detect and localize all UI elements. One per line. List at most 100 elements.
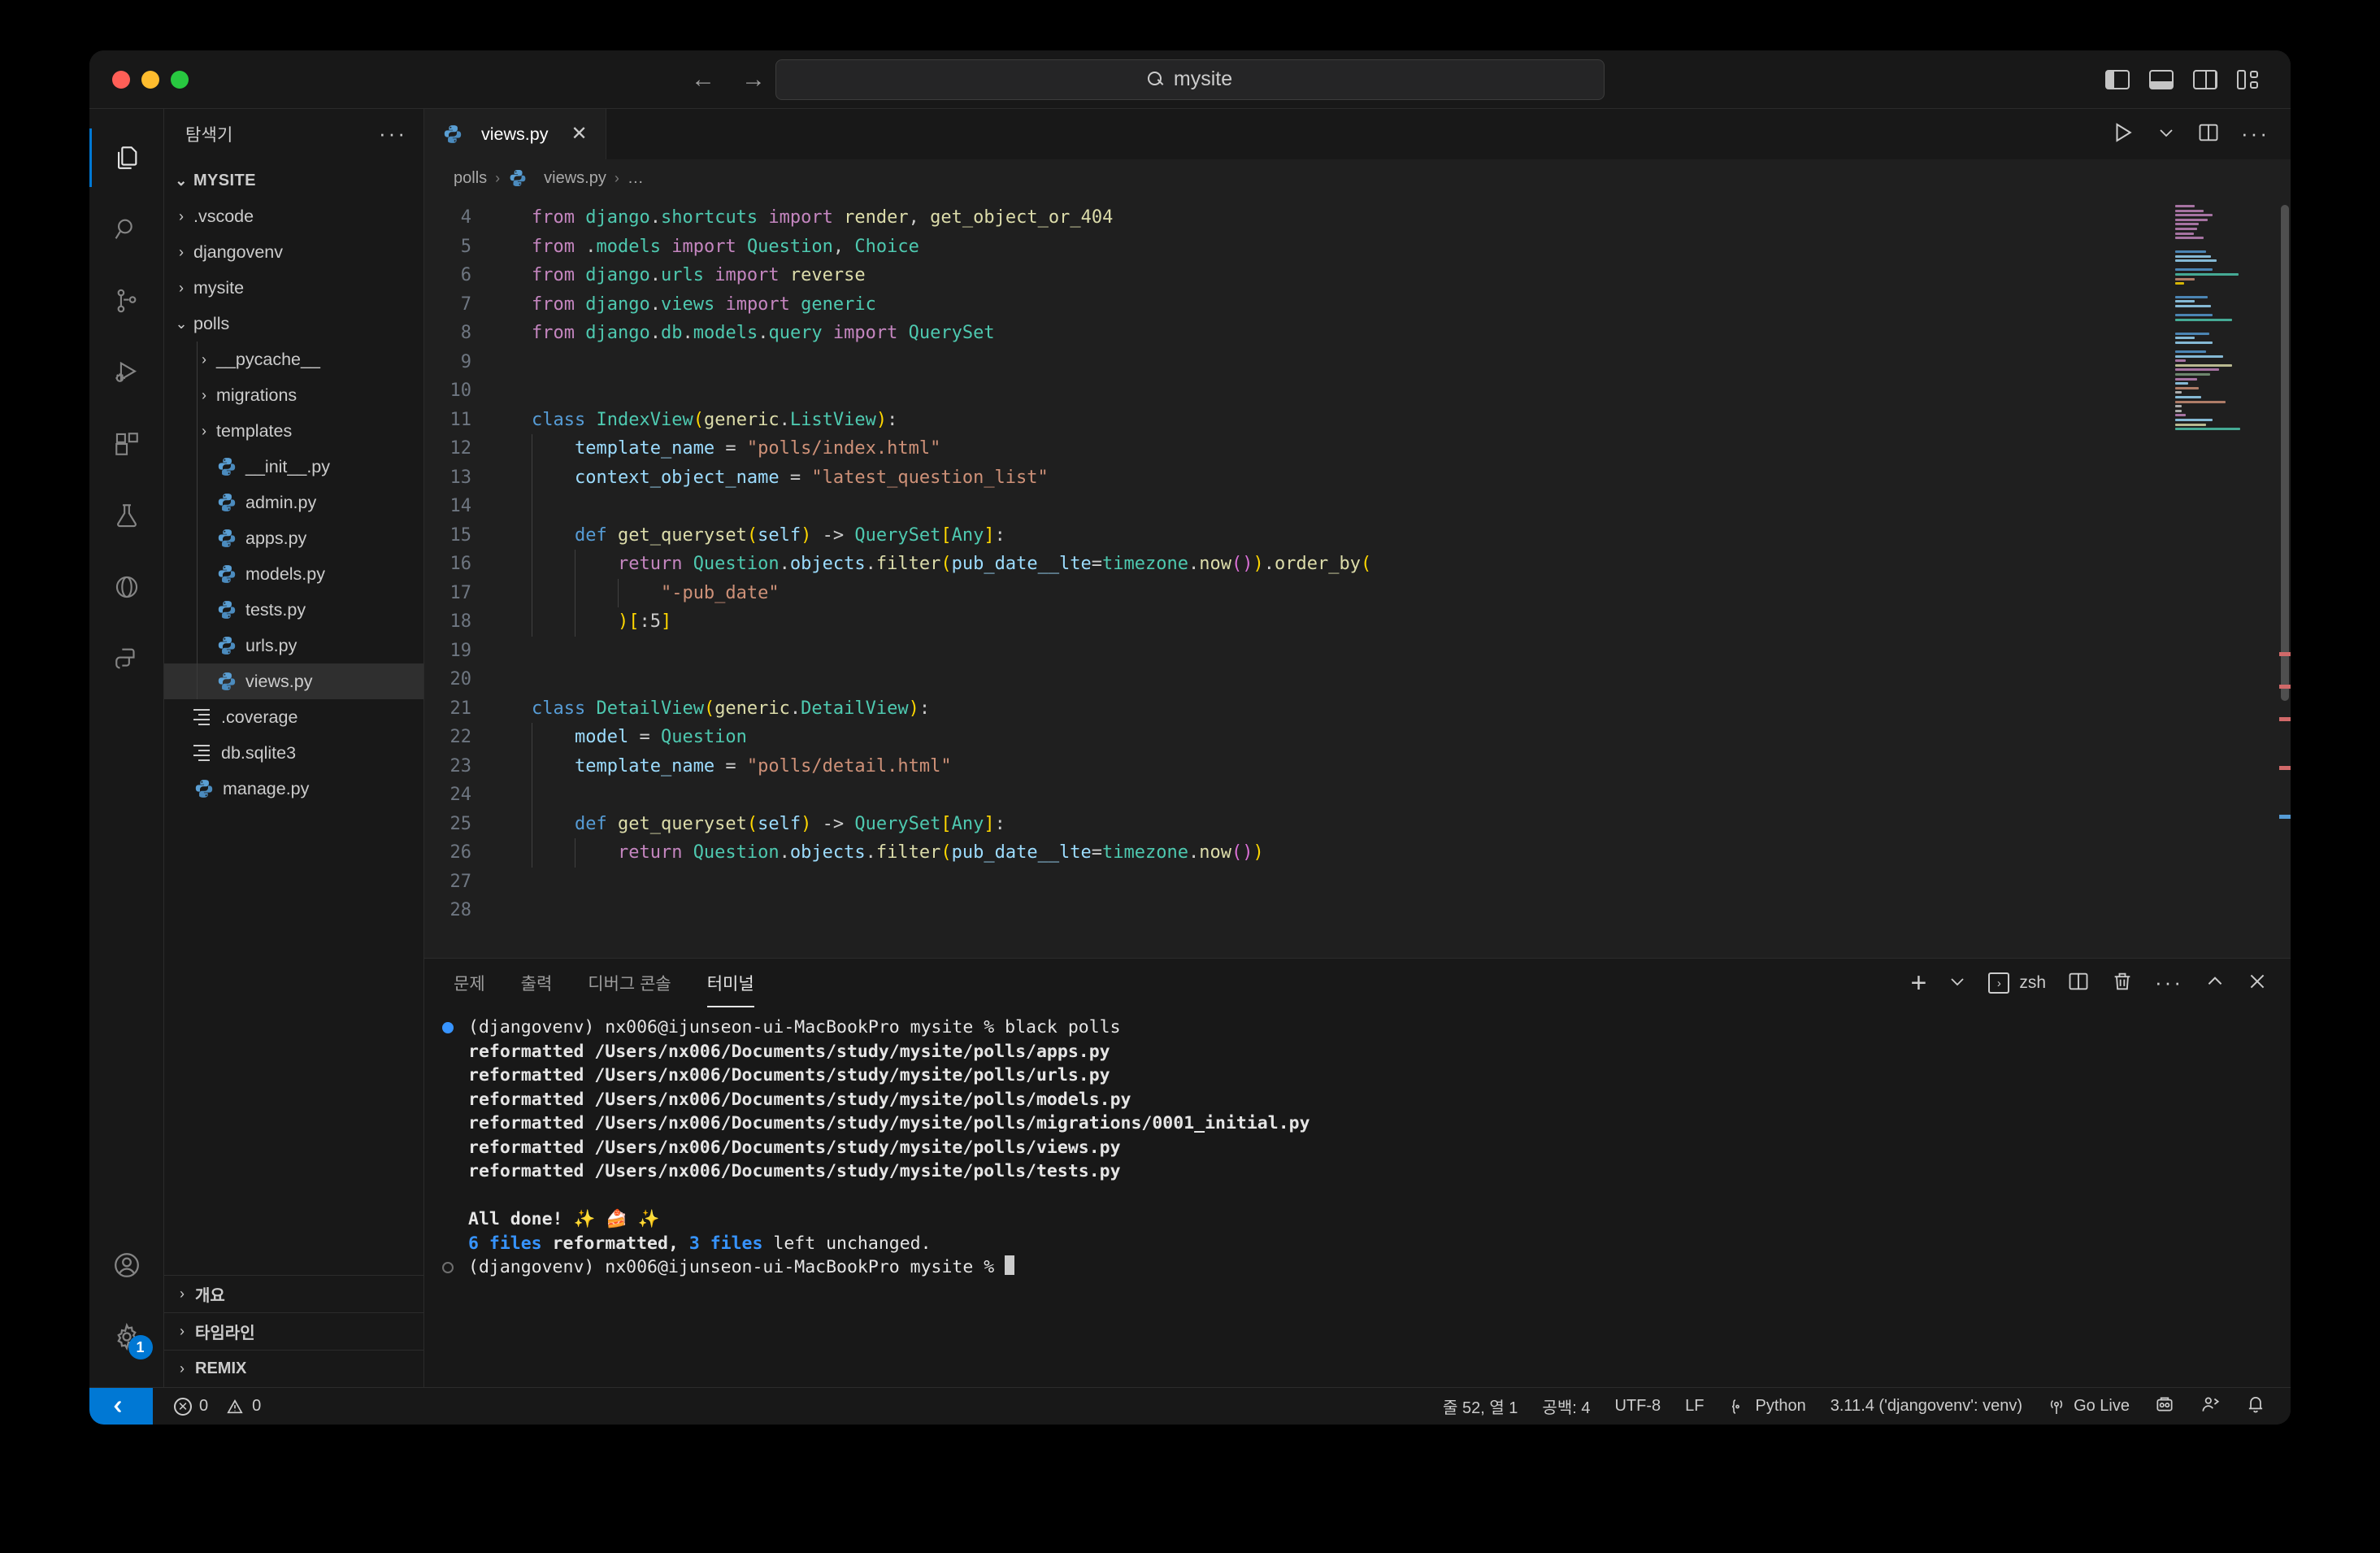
status-python-interpreter[interactable]: 3.11.4 ('djangovenv': venv) <box>1831 1397 2022 1416</box>
section-remix[interactable]: › REMIX <box>164 1350 423 1387</box>
manage-settings-button[interactable]: 1 <box>89 1301 164 1372</box>
tree-item-views-py[interactable]: views.py <box>164 663 423 699</box>
tree-item-manage-py[interactable]: manage.py <box>164 771 423 807</box>
tab-terminal[interactable]: 터미널 <box>707 959 754 1007</box>
close-window-button[interactable] <box>112 71 130 89</box>
minimap-line <box>2175 237 2204 239</box>
code-token: def <box>575 814 618 834</box>
code-line: 26 return Question.objects.filter(pub_da… <box>424 838 2169 868</box>
breadcrumb-item-views-py[interactable]: views.py <box>544 169 606 188</box>
tree-item-vscode[interactable]: ›.vscode <box>164 198 423 234</box>
code-token: class <box>532 698 596 719</box>
toggle-secondary-sidebar-icon[interactable] <box>2193 70 2217 89</box>
tree-item-djangovenv[interactable]: ›djangovenv <box>164 234 423 270</box>
run-options-chevron-down-icon[interactable] <box>2156 123 2176 146</box>
command-decoration-icon[interactable] <box>442 1262 454 1273</box>
tree-root-mysite[interactable]: ⌄ MYSITE <box>164 163 423 198</box>
sidebar-item-docker[interactable] <box>89 551 164 623</box>
code-editor[interactable]: 4from django.shortcuts import render, ge… <box>424 197 2291 958</box>
code-line: 27 <box>424 868 2169 897</box>
explorer-more-actions-icon[interactable]: ··· <box>379 128 407 141</box>
command-center-search[interactable]: mysite <box>775 59 1605 100</box>
tree-item-urls-py[interactable]: urls.py <box>164 628 423 663</box>
code-token: . <box>1188 554 1199 574</box>
status-go-live[interactable]: Go Live <box>2047 1397 2130 1416</box>
panel-more-actions-icon[interactable]: ··· <box>2155 977 2183 990</box>
tab-problems[interactable]: 문제 <box>454 959 485 1007</box>
close-panel-icon[interactable] <box>2247 971 2268 996</box>
code-token: ] <box>661 611 671 632</box>
status-eol[interactable]: LF <box>1685 1397 1704 1416</box>
maximize-window-button[interactable] <box>171 71 189 89</box>
tree-item-polls[interactable]: ⌄polls <box>164 306 423 341</box>
status-problems[interactable]: ✕ 0 0 <box>174 1397 261 1416</box>
remote-window-button[interactable] <box>89 1388 153 1425</box>
sidebar-item-testing[interactable] <box>89 480 164 551</box>
customize-layout-icon[interactable] <box>2237 70 2261 89</box>
indent-guide <box>197 449 198 485</box>
section-timeline[interactable]: › 타임라인 <box>164 1312 423 1350</box>
minimap[interactable] <box>2169 197 2291 958</box>
toggle-primary-sidebar-icon[interactable] <box>2105 70 2130 89</box>
close-tab-icon[interactable]: ✕ <box>571 124 587 144</box>
kill-terminal-trash-icon[interactable] <box>2111 970 2134 997</box>
accounts-button[interactable] <box>89 1229 164 1301</box>
tab-views-py[interactable]: views.py ✕ <box>424 109 606 159</box>
gitlens-icon[interactable] <box>2154 1394 2175 1420</box>
tree-item-init-py[interactable]: __init__.py <box>164 449 423 485</box>
tree-item-pycache[interactable]: ›__pycache__ <box>164 341 423 377</box>
terminal-output[interactable]: (djangovenv) nx006@ijunseon-ui-MacBookPr… <box>424 1007 2291 1387</box>
tree-item-apps-py[interactable]: apps.py <box>164 520 423 556</box>
toggle-panel-icon[interactable] <box>2149 70 2174 89</box>
tree-item-models-py[interactable]: models.py <box>164 556 423 592</box>
python-file-icon <box>216 671 237 692</box>
code-token: Question <box>747 237 833 257</box>
section-outline[interactable]: › 개요 <box>164 1275 423 1312</box>
tree-item-mysite[interactable]: ›mysite <box>164 270 423 306</box>
code-token: ) <box>1253 554 1264 574</box>
breadcrumb-item-polls[interactable]: polls <box>454 169 487 188</box>
status-indentation[interactable]: 공백: 4 <box>1542 1394 1590 1418</box>
tree-item-templates[interactable]: ›templates <box>164 413 423 449</box>
status-encoding[interactable]: UTF-8 <box>1614 1397 1661 1416</box>
code-pane[interactable]: 4from django.shortcuts import render, ge… <box>424 197 2169 958</box>
new-terminal-dropdown-icon[interactable] <box>1948 972 1967 995</box>
maximize-panel-chevron-up-icon[interactable] <box>2204 971 2226 996</box>
new-terminal-icon[interactable]: + <box>1910 969 1926 997</box>
tab-output[interactable]: 출력 <box>521 959 553 1007</box>
active-terminal-zsh[interactable]: › zsh <box>1988 972 2046 994</box>
sidebar-item-explorer[interactable] <box>89 122 164 194</box>
status-cursor-position[interactable]: 줄 52, 열 1 <box>1443 1394 1518 1418</box>
tree-item-migrations[interactable]: ›migrations <box>164 377 423 413</box>
tree-item-coverage[interactable]: .coverage <box>164 699 423 735</box>
generic-file-icon <box>193 707 213 727</box>
minimap-line <box>2175 373 2210 376</box>
go-back-icon[interactable]: ← <box>691 67 715 92</box>
sidebar-item-python[interactable] <box>89 623 164 694</box>
minimize-window-button[interactable] <box>141 71 159 89</box>
go-forward-icon[interactable]: → <box>741 67 766 92</box>
tab-debug-console[interactable]: 디버그 콘솔 <box>588 959 671 1007</box>
tree-item-admin-py[interactable]: admin.py <box>164 485 423 520</box>
remote-explorer-icon[interactable] <box>2200 1394 2221 1420</box>
sidebar-item-search[interactable] <box>89 194 164 265</box>
scrollbar-thumb[interactable] <box>2281 205 2289 701</box>
editor-more-actions-icon[interactable]: ··· <box>2241 128 2269 141</box>
bell-icon[interactable] <box>2245 1394 2266 1420</box>
code-token: . <box>866 842 876 863</box>
sidebar-item-extensions[interactable] <box>89 408 164 480</box>
run-python-file-icon[interactable] <box>2111 120 2135 149</box>
tree-item-tests-py[interactable]: tests.py <box>164 592 423 628</box>
tree-item-db-sqlite3[interactable]: db.sqlite3 <box>164 735 423 771</box>
code-line-text <box>499 348 532 377</box>
split-terminal-icon[interactable] <box>2067 970 2090 997</box>
editor-vertical-scrollbar[interactable] <box>2279 197 2291 958</box>
command-decoration-icon[interactable] <box>442 1022 454 1033</box>
breadcrumb-item-symbol[interactable]: … <box>628 169 644 188</box>
code-token: Question <box>693 842 780 863</box>
status-language-mode[interactable]: Python <box>1728 1397 1805 1416</box>
sidebar-item-run-and-debug[interactable] <box>89 337 164 408</box>
split-editor-right-icon[interactable] <box>2197 121 2220 148</box>
sidebar-item-source-control[interactable] <box>89 265 164 337</box>
terminal-text: reformatted /Users/nx006/Documents/study… <box>468 1136 1121 1160</box>
